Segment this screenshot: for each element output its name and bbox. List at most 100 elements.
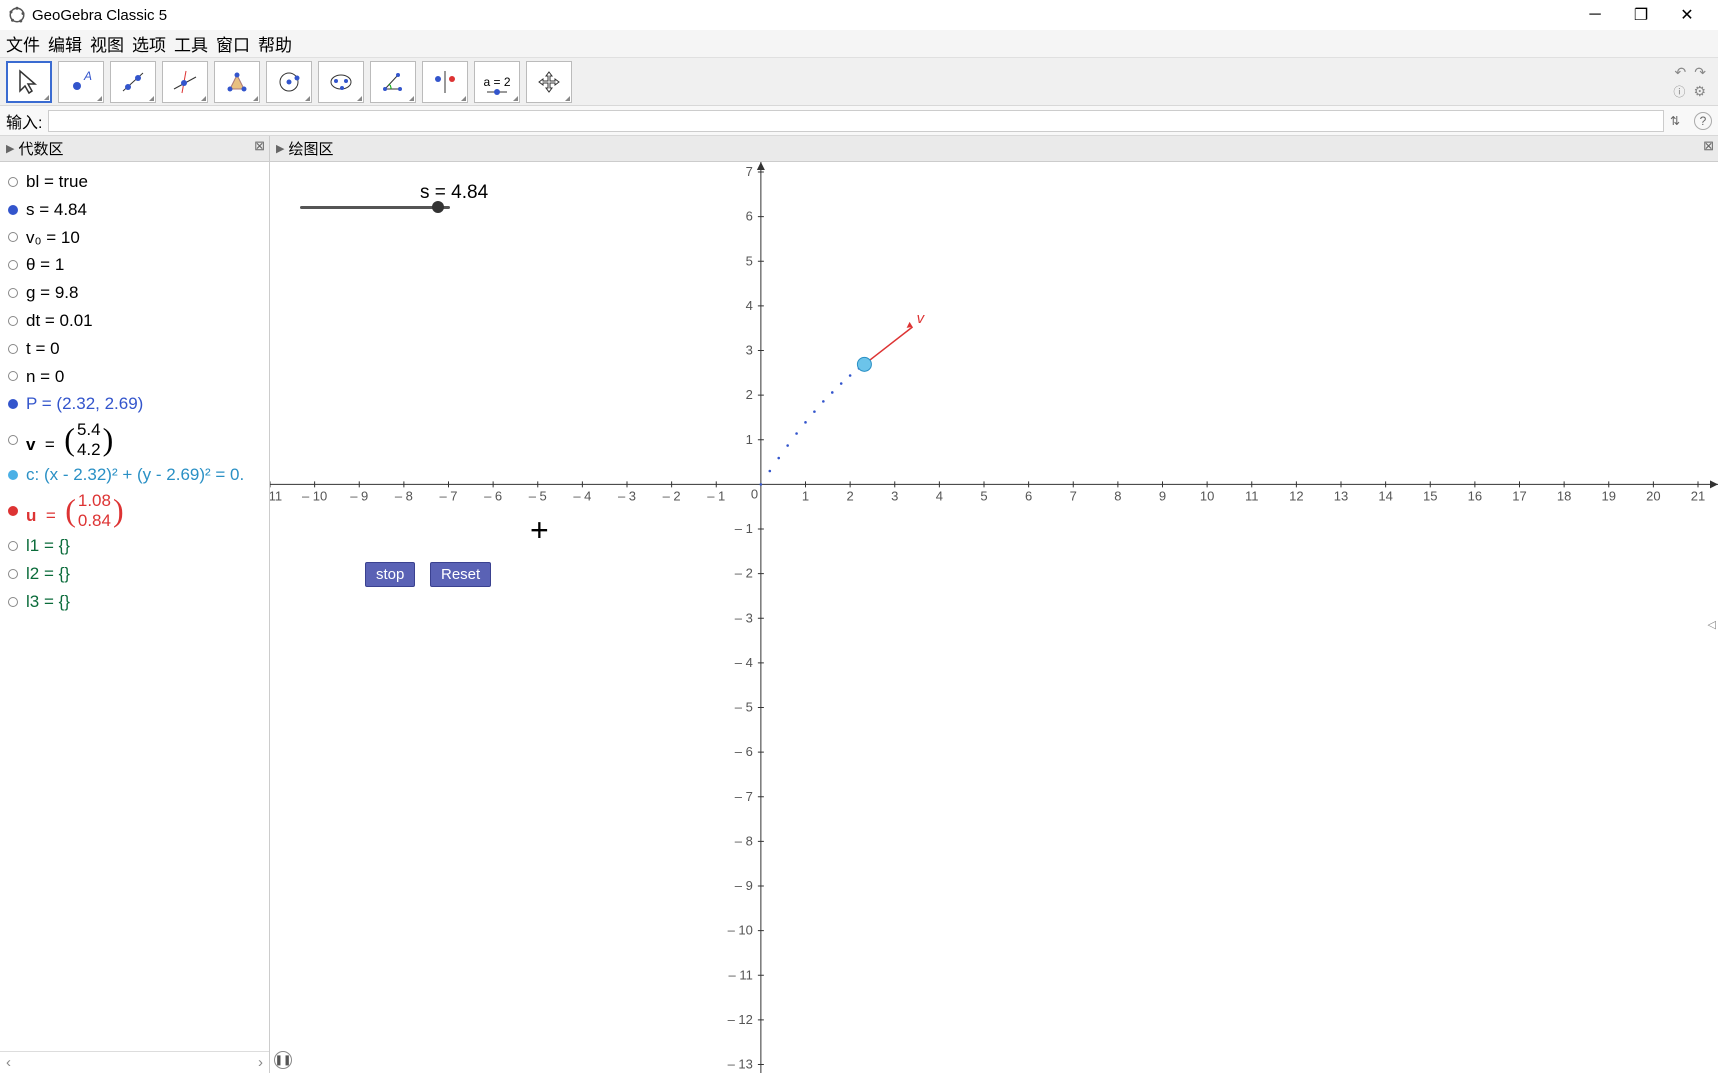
visibility-bullet-icon[interactable] [8, 597, 18, 607]
reset-button[interactable]: Reset [430, 562, 491, 587]
algebra-panel-header[interactable]: ▶ 代数区 ⊠ [0, 136, 269, 162]
algebra-item[interactable]: v = (5.44.2) [4, 418, 265, 461]
algebra-item[interactable]: P = (2.32, 2.69) [4, 390, 265, 418]
svg-text:2: 2 [746, 387, 753, 402]
menu-window[interactable]: 窗口 [216, 31, 250, 56]
algebra-item[interactable]: l3 = {} [4, 588, 265, 616]
svg-text:3: 3 [746, 343, 753, 358]
algebra-scrollbar[interactable]: ‹ › [0, 1051, 269, 1073]
tool-slider[interactable]: a = 2 [474, 61, 520, 103]
algebra-item[interactable]: v₀ = 10 [4, 224, 265, 252]
minimize-button[interactable]: ─ [1572, 0, 1618, 30]
algebra-item-text: c: (x - 2.32)² + (y - 2.69)² = 0. [26, 463, 244, 487]
visibility-bullet-icon[interactable] [8, 541, 18, 551]
panel-close-icon[interactable]: ⊠ [254, 138, 265, 154]
algebra-item-text: s = 4.84 [26, 198, 87, 222]
visibility-bullet-icon[interactable] [8, 344, 18, 354]
algebra-item[interactable]: u = (1.080.84) [4, 489, 265, 532]
undo-button[interactable]: ↶ [1675, 64, 1687, 81]
visibility-bullet-icon[interactable] [8, 569, 18, 579]
algebra-item-text: g = 9.8 [26, 281, 78, 305]
visibility-bullet-icon[interactable] [8, 371, 18, 381]
toolbar: A a = 2 ↶ ↷ ⓘ ⚙ [0, 58, 1718, 106]
svg-text:2: 2 [847, 488, 854, 503]
input-label: 输入: [6, 109, 42, 133]
chevron-right-icon: ▶ [6, 142, 14, 155]
expand-right-icon[interactable]: ◁ [1708, 618, 1716, 631]
tool-point[interactable]: A [58, 61, 104, 103]
svg-text:– 9: – 9 [350, 488, 368, 503]
algebra-item[interactable]: g = 9.8 [4, 279, 265, 307]
algebra-item[interactable]: l1 = {} [4, 532, 265, 560]
svg-text:– 3: – 3 [618, 488, 636, 503]
visibility-bullet-icon[interactable] [8, 232, 18, 242]
visibility-bullet-icon[interactable] [8, 316, 18, 326]
svg-text:– 10: – 10 [302, 488, 327, 503]
algebra-item[interactable]: n = 0 [4, 363, 265, 391]
svg-text:20: 20 [1646, 488, 1660, 503]
menu-tools[interactable]: 工具 [174, 31, 208, 56]
close-button[interactable]: ✕ [1664, 0, 1710, 30]
settings-icon[interactable]: ⚙ [1693, 83, 1706, 100]
algebra-item[interactable]: dt = 0.01 [4, 307, 265, 335]
visibility-bullet-icon[interactable] [8, 260, 18, 270]
panel-close-icon[interactable]: ⊠ [1703, 138, 1714, 154]
slider-s[interactable]: s = 4.84 [300, 182, 488, 209]
tool-perpendicular[interactable] [162, 61, 208, 103]
visibility-bullet-icon[interactable] [8, 399, 18, 409]
visibility-bullet-icon[interactable] [8, 470, 18, 480]
redo-button[interactable]: ↷ [1694, 64, 1706, 81]
input-dropdown-icon[interactable]: ⇅ [1670, 114, 1680, 128]
tool-move-view[interactable] [526, 61, 572, 103]
pause-button[interactable]: ❚❚ [274, 1051, 292, 1069]
svg-text:– 7: – 7 [735, 789, 753, 804]
algebra-item[interactable]: bl = true [4, 168, 265, 196]
algebra-item[interactable]: c: (x - 2.32)² + (y - 2.69)² = 0. [4, 461, 265, 489]
svg-text:4: 4 [746, 298, 753, 313]
menu-edit[interactable]: 编辑 [48, 31, 82, 56]
graphics-view[interactable]: – 11– 10– 9– 8– 7– 6– 5– 4– 3– 2– 101234… [270, 162, 1718, 1073]
visibility-bullet-icon[interactable] [8, 205, 18, 215]
algebra-item[interactable]: s = 4.84 [4, 196, 265, 224]
help-icon[interactable]: ⓘ [1673, 83, 1685, 100]
algebra-panel: ▶ 代数区 ⊠ bl = trues = 4.84 v₀ = 10θ = 1g =… [0, 136, 270, 1073]
stop-button[interactable]: stop [365, 562, 415, 587]
tool-polygon[interactable] [214, 61, 260, 103]
algebra-item[interactable]: l2 = {} [4, 560, 265, 588]
visibility-bullet-icon[interactable] [8, 177, 18, 187]
svg-text:0: 0 [751, 486, 758, 501]
tool-move[interactable] [6, 61, 52, 103]
algebra-item-text: v = (5.44.2) [26, 420, 113, 459]
command-input[interactable] [48, 110, 1663, 132]
svg-text:– 5: – 5 [735, 700, 753, 715]
tool-line[interactable] [110, 61, 156, 103]
visibility-bullet-icon[interactable] [8, 506, 18, 516]
svg-text:13: 13 [1334, 488, 1348, 503]
algebra-item-text: l1 = {} [26, 534, 70, 558]
graphics-panel-title: 绘图区 [288, 138, 333, 159]
menu-file[interactable]: 文件 [6, 31, 40, 56]
scroll-right-icon[interactable]: › [258, 1054, 263, 1071]
algebra-item-text: u = (1.080.84) [26, 491, 124, 530]
menu-view[interactable]: 视图 [90, 31, 124, 56]
algebra-item-text: v₀ = 10 [26, 226, 80, 250]
graphics-panel-header[interactable]: ▶ 绘图区 ⊠ [270, 136, 1718, 162]
svg-text:7: 7 [1070, 488, 1077, 503]
algebra-item[interactable]: t = 0 [4, 335, 265, 363]
svg-text:3: 3 [891, 488, 898, 503]
input-help-icon[interactable]: ? [1694, 112, 1712, 130]
tool-reflect[interactable] [422, 61, 468, 103]
visibility-bullet-icon[interactable] [8, 288, 18, 298]
visibility-bullet-icon[interactable] [8, 435, 18, 445]
tool-circle[interactable] [266, 61, 312, 103]
menu-help[interactable]: 帮助 [258, 31, 292, 56]
tool-ellipse[interactable] [318, 61, 364, 103]
svg-text:– 11: – 11 [729, 967, 753, 982]
scroll-left-icon[interactable]: ‹ [6, 1054, 11, 1071]
svg-text:10: 10 [1200, 488, 1214, 503]
tool-angle[interactable] [370, 61, 416, 103]
menu-options[interactable]: 选项 [132, 31, 166, 56]
algebra-item[interactable]: θ = 1 [4, 251, 265, 279]
svg-text:– 12: – 12 [728, 1012, 753, 1027]
maximize-button[interactable]: ❐ [1618, 0, 1664, 30]
